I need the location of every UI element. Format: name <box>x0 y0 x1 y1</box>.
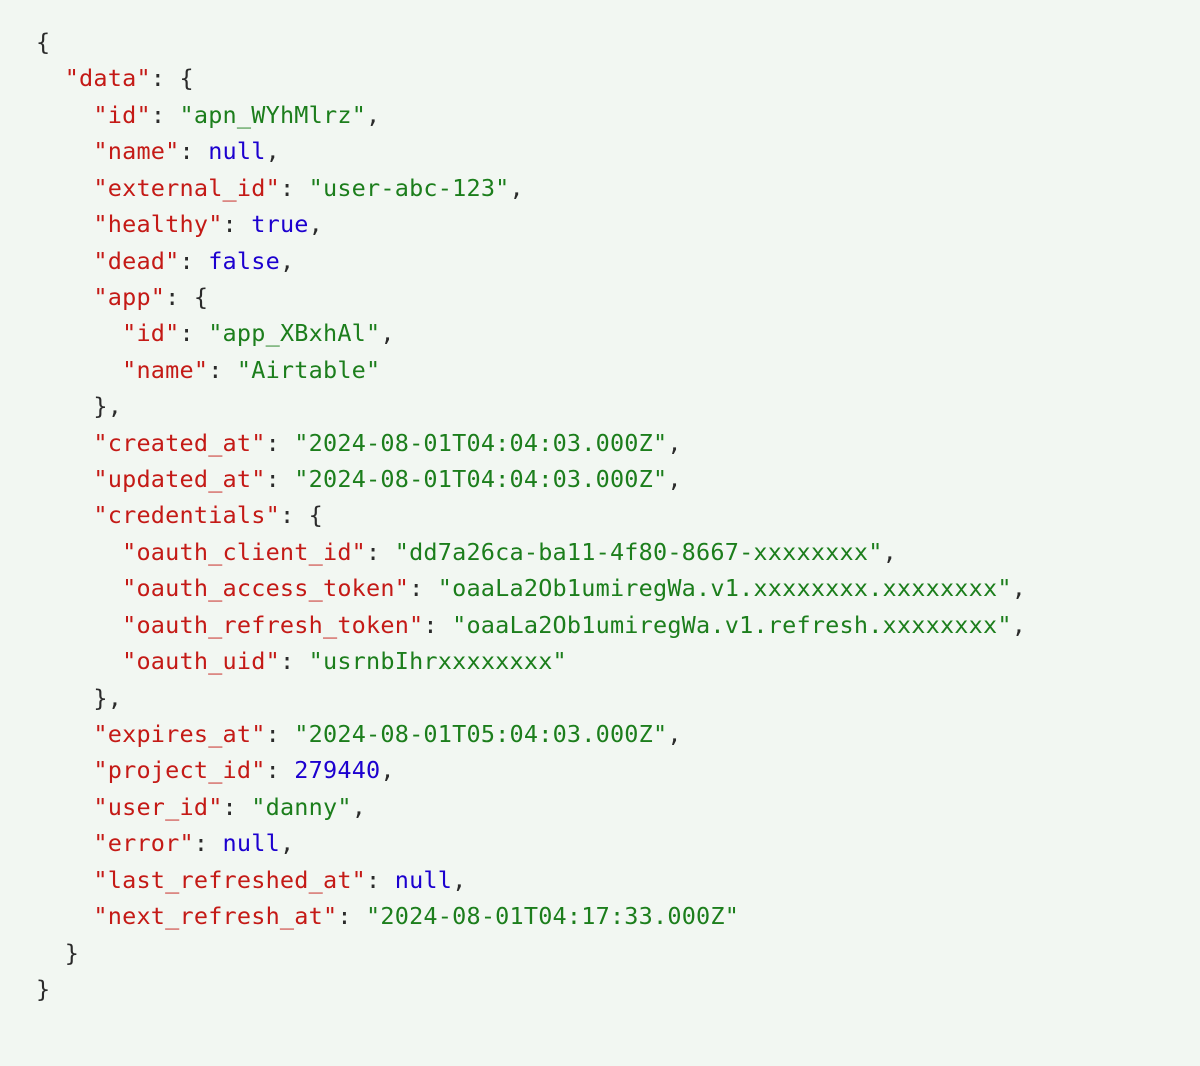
token-punct: : <box>194 829 223 857</box>
token-string: "app_XBxhAl" <box>208 319 380 347</box>
token-punct: : <box>366 538 395 566</box>
token-punct: : <box>208 356 237 384</box>
token-punct: } <box>93 684 107 712</box>
token-punct: , <box>510 174 524 202</box>
token-key: "user_id" <box>93 793 222 821</box>
token-punct: : <box>366 866 395 894</box>
token-string: "usrnbIhrxxxxxxxx" <box>309 647 567 675</box>
token-string: "user-abc-123" <box>309 174 510 202</box>
token-punct: , <box>266 137 280 165</box>
token-punct: , <box>667 429 681 457</box>
token-string: "oaaLa2Ob1umiregWa.v1.refresh.xxxxxxxx" <box>452 611 1012 639</box>
token-string: "apn_WYhMlrz" <box>180 101 367 129</box>
token-punct: } <box>65 939 79 967</box>
token-punct: , <box>108 392 122 420</box>
token-key: "error" <box>93 829 193 857</box>
token-string: "dd7a26ca-ba11-4f80-8667-xxxxxxxx" <box>395 538 883 566</box>
token-punct: : <box>165 283 194 311</box>
token-key: "name" <box>93 137 179 165</box>
token-key: "oauth_access_token" <box>122 574 409 602</box>
token-kw: true <box>251 210 308 238</box>
token-punct: , <box>280 829 294 857</box>
token-punct: { <box>36 28 50 56</box>
token-kw: null <box>223 829 280 857</box>
token-punct: , <box>452 866 466 894</box>
token-punct: , <box>380 756 394 784</box>
token-key: "last_refreshed_at" <box>93 866 366 894</box>
token-punct: : <box>280 501 309 529</box>
token-punct: : <box>280 174 309 202</box>
token-string: "danny" <box>251 793 351 821</box>
token-punct: } <box>36 975 50 1003</box>
token-key: "updated_at" <box>93 465 265 493</box>
token-kw: false <box>208 247 280 275</box>
token-punct: : <box>409 574 438 602</box>
token-punct: : <box>151 101 180 129</box>
token-key: "project_id" <box>93 756 265 784</box>
token-punct: : <box>280 647 309 675</box>
token-punct: , <box>108 684 122 712</box>
json-code-block: { "data": { "id": "apn_WYhMlrz", "name":… <box>0 0 1200 1031</box>
token-punct: , <box>1012 574 1026 602</box>
token-key: "oauth_client_id" <box>122 538 366 566</box>
token-key: "credentials" <box>93 501 280 529</box>
token-key: "oauth_uid" <box>122 647 280 675</box>
token-key: "dead" <box>93 247 179 275</box>
token-punct: : <box>266 756 295 784</box>
token-punct: , <box>1012 611 1026 639</box>
token-punct: : <box>180 319 209 347</box>
token-string: "Airtable" <box>237 356 380 384</box>
token-kw: null <box>208 137 265 165</box>
token-key: "id" <box>93 101 150 129</box>
token-punct: } <box>93 392 107 420</box>
token-punct: : <box>337 902 366 930</box>
token-punct: , <box>667 465 681 493</box>
token-string: "2024-08-01T04:17:33.000Z" <box>366 902 739 930</box>
token-punct: { <box>309 501 323 529</box>
token-key: "name" <box>122 356 208 384</box>
token-punct: : <box>223 210 252 238</box>
token-punct: : <box>180 247 209 275</box>
token-key: "id" <box>122 319 179 347</box>
token-punct: : <box>423 611 452 639</box>
token-key: "expires_at" <box>93 720 265 748</box>
token-punct: , <box>380 319 394 347</box>
token-punct: , <box>280 247 294 275</box>
token-string: "oaaLa2Ob1umiregWa.v1.xxxxxxxx.xxxxxxxx" <box>438 574 1012 602</box>
token-key: "healthy" <box>93 210 222 238</box>
token-key: "next_refresh_at" <box>93 902 337 930</box>
token-string: "2024-08-01T04:04:03.000Z" <box>294 465 667 493</box>
token-punct: : <box>266 429 295 457</box>
token-punct: : <box>151 64 180 92</box>
token-string: "2024-08-01T04:04:03.000Z" <box>294 429 667 457</box>
token-punct: : <box>223 793 252 821</box>
token-punct: , <box>883 538 897 566</box>
token-key: "data" <box>65 64 151 92</box>
token-key: "external_id" <box>93 174 280 202</box>
token-key: "app" <box>93 283 165 311</box>
token-punct: : <box>180 137 209 165</box>
token-num: 279440 <box>294 756 380 784</box>
token-punct: , <box>366 101 380 129</box>
token-punct: , <box>352 793 366 821</box>
token-punct: : <box>266 720 295 748</box>
token-kw: null <box>395 866 452 894</box>
token-key: "created_at" <box>93 429 265 457</box>
token-punct: : <box>266 465 295 493</box>
token-string: "2024-08-01T05:04:03.000Z" <box>294 720 667 748</box>
token-punct: { <box>194 283 208 311</box>
token-punct: , <box>309 210 323 238</box>
token-punct: { <box>180 64 194 92</box>
token-punct: , <box>667 720 681 748</box>
token-key: "oauth_refresh_token" <box>122 611 423 639</box>
